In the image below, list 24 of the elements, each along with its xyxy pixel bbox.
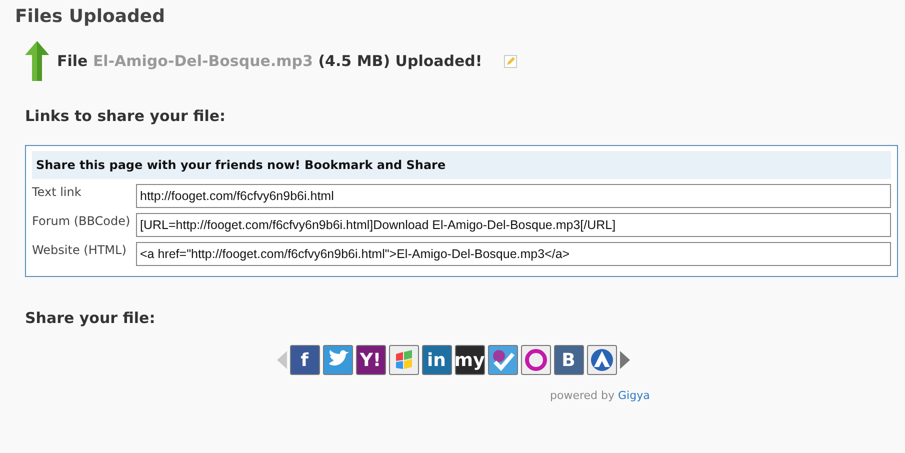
share-button[interactable] xyxy=(520,345,550,375)
link-field[interactable]: <a href="http://fooget.com/f6cfvy6n9b6i.html">El-Amigo-Del-Bosque.mp3</a> xyxy=(136,242,891,266)
upload-arrow-icon xyxy=(25,41,49,81)
powered-by-text: powered by Gigya xyxy=(550,389,651,402)
upload-message: File El-Amigo-Del-Bosque.mp3 (4.5 MB) Uploaded! xyxy=(57,52,482,70)
share-button[interactable] xyxy=(388,345,418,375)
field-label: Forum (BBCode) xyxy=(32,214,132,228)
share-button[interactable]: in xyxy=(422,345,452,375)
section-heading: Links to share your file: xyxy=(25,107,227,125)
panel-header: Share this page with your friends now! Bookmark and Share xyxy=(32,151,891,179)
share-button[interactable] xyxy=(586,345,616,375)
section-heading: Share your file: xyxy=(25,309,156,327)
field-label: Text link xyxy=(32,185,82,199)
share-button[interactable]: Y! xyxy=(356,345,386,375)
next-arrow-icon[interactable] xyxy=(620,351,630,369)
link-field[interactable]: http://fooget.com/f6cfvy6n9b6i.html xyxy=(136,184,891,208)
share-button[interactable]: B xyxy=(554,345,584,375)
page-title: Files Uploaded xyxy=(15,6,166,27)
share-button[interactable]: f xyxy=(290,345,320,375)
share-button[interactable] xyxy=(322,345,352,375)
link-field[interactable]: [URL=http://fooget.com/f6cfvy6n9b6i.html]Download El-Amigo-Del-Bosque.mp3[/URL] xyxy=(136,213,891,237)
share-button[interactable] xyxy=(488,345,518,375)
field-label: Website (HTML) xyxy=(32,243,128,257)
share-button[interactable]: my xyxy=(454,345,484,375)
